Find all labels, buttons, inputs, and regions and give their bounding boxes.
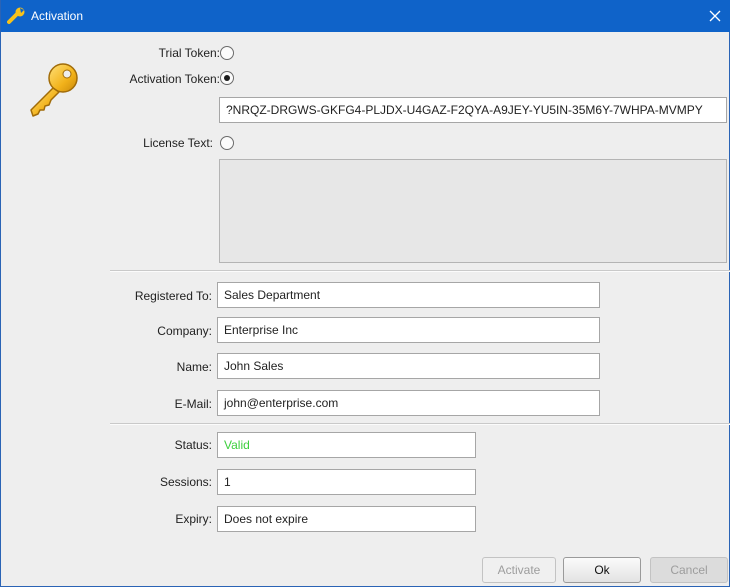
registered-to-label: Registered To: (134, 289, 212, 303)
sessions-label: Sessions: (159, 475, 212, 489)
activation-token-radio[interactable] (220, 71, 234, 85)
ok-button[interactable]: Ok (563, 557, 641, 583)
activation-token-label: Activation Token: (129, 72, 221, 86)
company-field[interactable]: Enterprise Inc (217, 317, 600, 343)
license-text-radio[interactable] (220, 136, 234, 150)
status-field: Valid (217, 432, 476, 458)
expiry-label: Expiry: (175, 512, 212, 526)
activation-dialog: Activation Trial Token: Activation Token… (0, 0, 730, 587)
close-icon (709, 10, 721, 22)
separator (110, 270, 730, 272)
email-field[interactable]: john@enterprise.com (217, 390, 600, 416)
activation-token-input[interactable]: ?NRQZ-DRGWS-GKFG4-PLJDX-U4GAZ-F2QYA-A9JE… (219, 97, 727, 123)
license-text-label: License Text: (143, 136, 213, 150)
activate-button[interactable]: Activate (482, 557, 556, 583)
sessions-field: 1 (217, 469, 476, 495)
close-button[interactable] (699, 0, 730, 32)
name-field[interactable]: John Sales (217, 353, 600, 379)
registered-to-field[interactable]: Sales Department (217, 282, 600, 308)
expiry-field: Does not expire (217, 506, 476, 532)
wrench-icon (7, 7, 25, 24)
company-label: Company: (157, 324, 212, 338)
title-bar: Activation (1, 0, 730, 32)
key-icon (30, 63, 78, 117)
cancel-button[interactable]: Cancel (650, 557, 728, 583)
name-label: Name: (176, 360, 212, 374)
window-title: Activation (31, 9, 84, 23)
trial-token-radio[interactable] (220, 46, 234, 60)
activation-token-value: ?NRQZ-DRGWS-GKFG4-PLJDX-U4GAZ-F2QYA-A9JE… (226, 103, 703, 117)
trial-token-label: Trial Token: (158, 46, 220, 60)
email-label: E-Mail: (174, 397, 212, 411)
license-text-area[interactable] (219, 159, 727, 263)
separator (110, 423, 730, 425)
status-label: Status: (174, 438, 212, 452)
